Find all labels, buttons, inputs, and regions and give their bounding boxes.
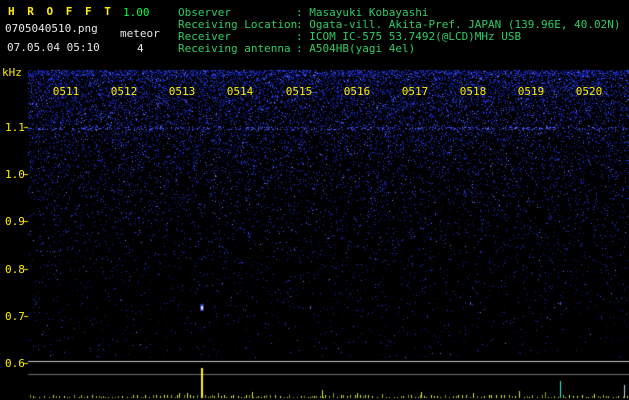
app-version: 1.00 <box>123 6 150 19</box>
x-tick-0520: 0520 <box>575 85 603 98</box>
x-tick-0515: 0515 <box>285 85 313 98</box>
hrofft-output-image: H R O F F T 1.00 0705040510.png meteor 0… <box>0 0 629 400</box>
output-filename: 0705040510.png <box>5 22 98 35</box>
x-tick-0517: 0517 <box>401 85 429 98</box>
y-tick-1-1: 1.1 <box>5 121 25 134</box>
info-value-antenna: : A504HB(yagi 4el) <box>296 42 416 55</box>
observation-datetime: 07.05.04 05:10 <box>7 41 100 54</box>
app-title: H R O F F T <box>8 5 114 18</box>
info-label-antenna: Receiving antenna <box>178 42 291 55</box>
x-tick-0513: 0513 <box>168 85 196 98</box>
spectrogram-canvas <box>0 0 629 400</box>
y-tick-0-8: 0.8 <box>5 263 25 276</box>
station-info: Observer: Masayuki Kobayashi Receiving L… <box>178 7 621 55</box>
meteor-count: 4 <box>137 42 144 55</box>
x-tick-0518: 0518 <box>459 85 487 98</box>
info-row-antenna: Receiving antenna : A504HB(yagi 4el) <box>178 43 621 55</box>
x-tick-0511: 0511 <box>52 85 80 98</box>
x-tick-0519: 0519 <box>517 85 545 98</box>
y-tick-0-9: 0.9 <box>5 215 25 228</box>
y-tick-0-7: 0.7 <box>5 310 25 323</box>
x-tick-0516: 0516 <box>343 85 371 98</box>
y-tick-1-0: 1.0 <box>5 168 25 181</box>
x-tick-0512: 0512 <box>110 85 138 98</box>
x-tick-0514: 0514 <box>226 85 254 98</box>
y-axis-unit: kHz <box>2 66 22 79</box>
mode-label: meteor <box>120 27 160 40</box>
y-tick-0-6: 0.6 <box>5 357 25 370</box>
